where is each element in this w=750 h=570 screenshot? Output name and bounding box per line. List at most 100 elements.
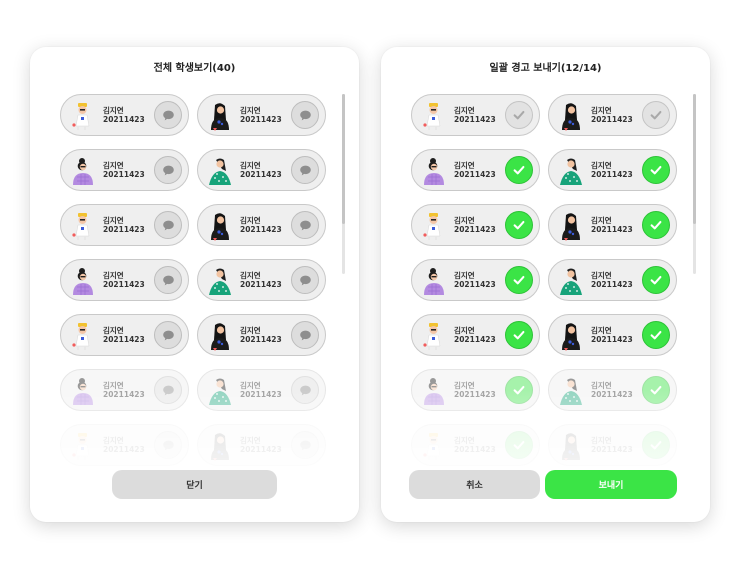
student-card[interactable]: 김지연 20211423 — [60, 259, 189, 301]
student-card[interactable]: 김지연 20211423 — [548, 204, 677, 246]
message-button[interactable] — [154, 101, 182, 129]
checkmark-icon — [649, 218, 663, 232]
select-checkbox[interactable] — [505, 266, 533, 294]
student-id: 20211423 — [103, 445, 145, 454]
student-card[interactable]: 김지연 20211423 — [548, 314, 677, 356]
select-checkbox[interactable] — [642, 156, 670, 184]
student-card[interactable]: 김지연 20211423 — [197, 424, 326, 466]
student-name: 김지연 — [454, 436, 475, 445]
student-id: 20211423 — [454, 225, 496, 234]
select-checkbox[interactable] — [505, 321, 533, 349]
student-id: 20211423 — [240, 280, 282, 289]
student-card[interactable]: 김지연 20211423 — [197, 149, 326, 191]
select-checkbox[interactable] — [642, 211, 670, 239]
student-card[interactable]: 김지연 20211423 — [411, 314, 540, 356]
chat-bubble-icon — [299, 109, 312, 122]
message-button[interactable] — [154, 211, 182, 239]
scrollbar[interactable] — [693, 94, 696, 274]
student-selection-list[interactable]: 김지연 20211423 김지연 20211423 김지연 20211423 김지연 2021… — [411, 85, 681, 505]
message-button[interactable] — [291, 101, 319, 129]
select-checkbox[interactable] — [505, 211, 533, 239]
student-card[interactable]: 김지연 20211423 — [197, 259, 326, 301]
message-button[interactable] — [154, 431, 182, 459]
student-id: 20211423 — [240, 225, 282, 234]
select-checkbox[interactable] — [642, 101, 670, 129]
message-button[interactable] — [291, 431, 319, 459]
student-id: 20211423 — [454, 445, 496, 454]
message-button[interactable] — [154, 376, 182, 404]
student-card[interactable]: 김지연 20211423 — [411, 424, 540, 466]
student-id: 20211423 — [240, 170, 282, 179]
student-id: 20211423 — [240, 390, 282, 399]
chat-bubble-icon — [299, 274, 312, 287]
student-card[interactable]: 김지연 20211423 — [411, 204, 540, 246]
select-checkbox[interactable] — [505, 431, 533, 459]
student-card[interactable]: 김지연 20211423 — [548, 369, 677, 411]
message-button[interactable] — [291, 156, 319, 184]
student-id: 20211423 — [591, 170, 633, 179]
message-button[interactable] — [291, 376, 319, 404]
select-checkbox[interactable] — [505, 376, 533, 404]
student-id: 20211423 — [103, 115, 145, 124]
student-card[interactable]: 김지연 20211423 — [197, 94, 326, 136]
checkmark-icon — [512, 273, 526, 287]
chat-bubble-icon — [162, 439, 175, 452]
student-id: 20211423 — [591, 335, 633, 344]
select-checkbox[interactable] — [642, 321, 670, 349]
message-button[interactable] — [291, 321, 319, 349]
scroll-thumb[interactable] — [342, 94, 345, 224]
select-checkbox[interactable] — [642, 266, 670, 294]
avatar — [67, 320, 99, 352]
message-button[interactable] — [154, 266, 182, 294]
student-list[interactable]: 김지연 20211423 김지연 20211423 김지연 20211423 김지연 2021… — [60, 85, 330, 505]
student-card[interactable]: 김지연 20211423 — [60, 149, 189, 191]
student-card[interactable]: 김지연 20211423 — [60, 369, 189, 411]
student-card[interactable]: 김지연 20211423 — [411, 94, 540, 136]
avatar — [67, 100, 99, 132]
student-card[interactable]: 김지연 20211423 — [197, 369, 326, 411]
student-card[interactable]: 김지연 20211423 — [60, 204, 189, 246]
checkmark-icon — [512, 383, 526, 397]
student-card[interactable]: 김지연 20211423 — [548, 259, 677, 301]
message-button[interactable] — [154, 156, 182, 184]
scrollbar[interactable] — [342, 94, 345, 274]
student-card[interactable]: 김지연 20211423 — [411, 259, 540, 301]
send-button[interactable]: 보내기 — [545, 470, 677, 499]
chat-bubble-icon — [299, 164, 312, 177]
student-name: 김지연 — [454, 216, 475, 225]
student-card[interactable]: 김지연 20211423 — [411, 369, 540, 411]
student-card[interactable]: 김지연 20211423 — [60, 314, 189, 356]
select-checkbox[interactable] — [505, 156, 533, 184]
checkmark-icon — [512, 163, 526, 177]
student-name: 김지연 — [240, 216, 261, 225]
cancel-button[interactable]: 취소 — [409, 470, 540, 499]
select-checkbox[interactable] — [505, 101, 533, 129]
avatar — [555, 430, 587, 462]
student-id: 20211423 — [240, 335, 282, 344]
avatar — [555, 210, 587, 242]
message-button[interactable] — [291, 211, 319, 239]
message-button[interactable] — [154, 321, 182, 349]
chat-bubble-icon — [162, 384, 175, 397]
student-card[interactable]: 김지연 20211423 — [60, 94, 189, 136]
avatar — [418, 155, 450, 187]
checkmark-icon — [649, 328, 663, 342]
select-checkbox[interactable] — [642, 376, 670, 404]
student-id: 20211423 — [591, 445, 633, 454]
student-card[interactable]: 김지연 20211423 — [197, 314, 326, 356]
chat-bubble-icon — [299, 219, 312, 232]
student-card[interactable]: 김지연 20211423 — [548, 94, 677, 136]
student-card[interactable]: 김지연 20211423 — [411, 149, 540, 191]
scroll-thumb[interactable] — [693, 94, 696, 224]
select-checkbox[interactable] — [642, 431, 670, 459]
student-name: 김지연 — [103, 326, 124, 335]
student-name: 김지연 — [240, 106, 261, 115]
message-button[interactable] — [291, 266, 319, 294]
student-card[interactable]: 김지연 20211423 — [548, 424, 677, 466]
student-card[interactable]: 김지연 20211423 — [60, 424, 189, 466]
student-card[interactable]: 김지연 20211423 — [548, 149, 677, 191]
dialog-title: 전체 학생보기(40) — [153, 63, 236, 74]
close-button[interactable]: 닫기 — [112, 470, 277, 499]
avatar — [555, 100, 587, 132]
student-card[interactable]: 김지연 20211423 — [197, 204, 326, 246]
